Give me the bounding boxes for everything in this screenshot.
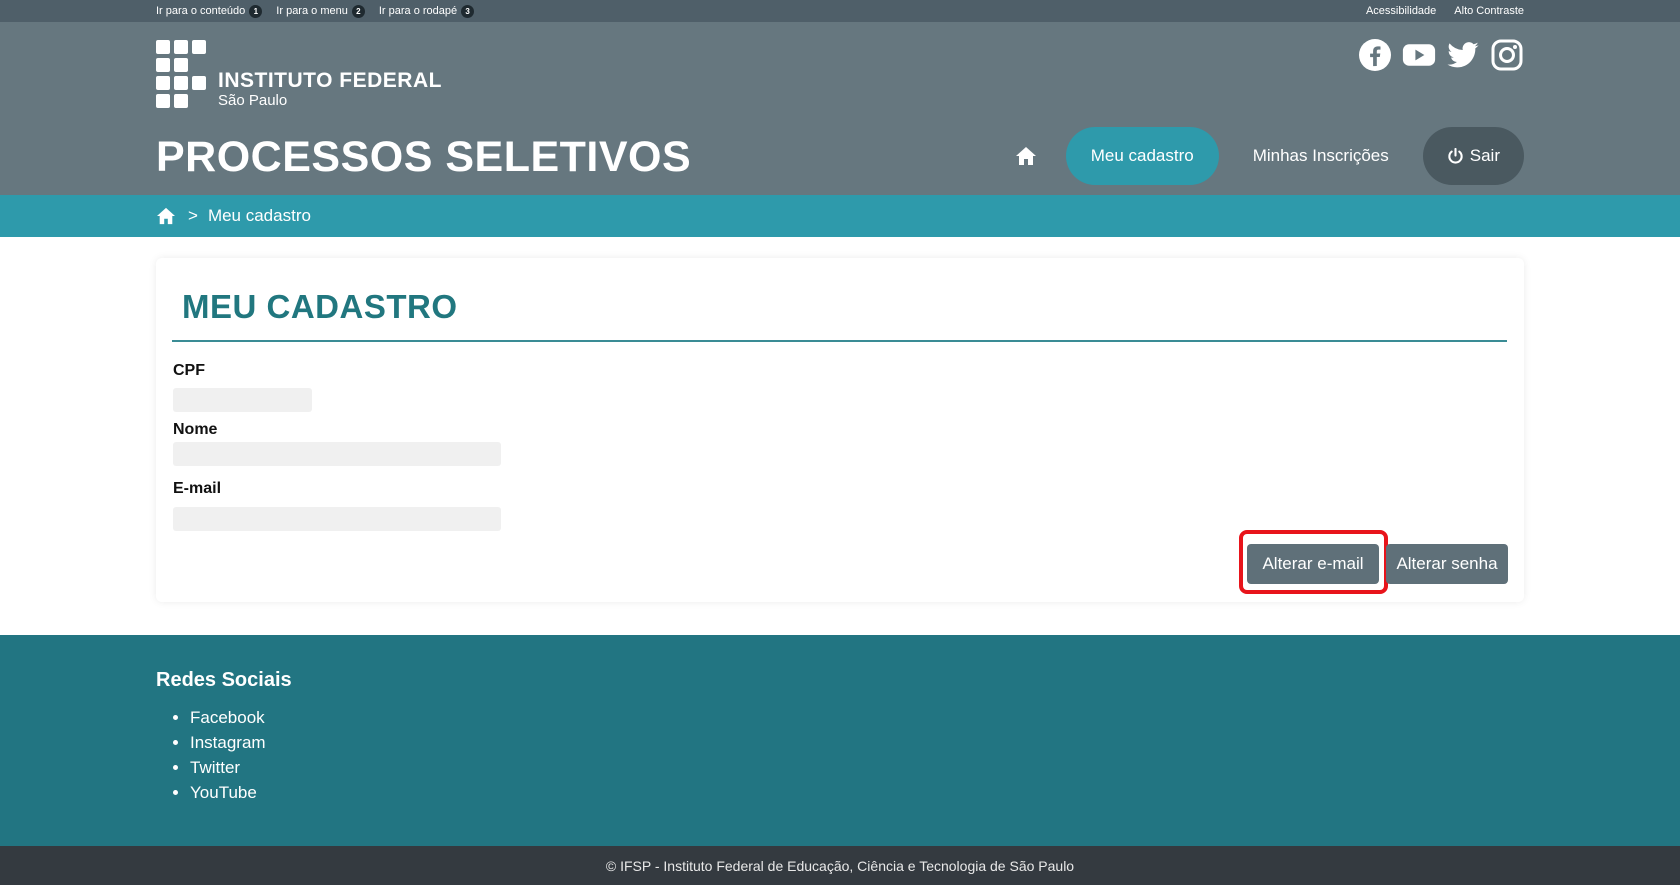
footer-link-youtube[interactable]: YouTube	[190, 780, 266, 805]
logo-grid-icon	[156, 40, 208, 110]
home-icon	[1015, 147, 1036, 165]
header-social-icons	[1358, 38, 1524, 72]
main-nav: Meu cadastro Minhas Inscrições Sair	[996, 127, 1524, 185]
logo-line-2: São Paulo	[218, 92, 288, 109]
footer-link-instagram[interactable]: Instagram	[190, 730, 266, 755]
registration-card: MEU CADASTRO CPF Nome E-mail Alterar e-m…	[156, 258, 1524, 602]
cpf-field[interactable]	[173, 388, 312, 412]
social-links-list: Facebook Instagram Twitter YouTube	[190, 705, 266, 805]
card-title: MEU CADASTRO	[182, 288, 458, 325]
logo-text: INSTITUTO FEDERAL São Paulo	[218, 70, 442, 110]
skip-link-label: Ir para o rodapé	[378, 5, 458, 17]
shortcut-badge: 3	[461, 4, 475, 18]
breadcrumb-home-link[interactable]	[156, 207, 176, 225]
cpf-label: CPF	[173, 362, 205, 379]
name-field[interactable]	[173, 442, 501, 466]
youtube-icon[interactable]	[1402, 38, 1436, 72]
breadcrumb: > Meu cadastro	[0, 195, 1680, 237]
copyright-bar: © IFSP - Instituto Federal de Educação, …	[0, 846, 1680, 885]
skip-link-label: Ir para o conteúdo	[156, 5, 246, 17]
accessibility-bar: Ir para o conteúdo 1 Ir para o menu 2 Ir…	[0, 0, 1680, 22]
logout-button[interactable]: Sair	[1422, 127, 1524, 185]
site-footer: Redes Sociais Facebook Instagram Twitter…	[0, 635, 1680, 846]
facebook-icon[interactable]	[1358, 38, 1392, 72]
skip-to-content-link[interactable]: Ir para o conteúdo 1	[156, 4, 263, 18]
copyright-text: © IFSP - Instituto Federal de Educação, …	[605, 857, 1075, 874]
nav-home-button[interactable]	[996, 127, 1056, 185]
shortcut-badge: 2	[351, 4, 365, 18]
nav-my-subscriptions[interactable]: Minhas Inscrições	[1219, 127, 1423, 185]
footer-link-twitter[interactable]: Twitter	[190, 755, 266, 780]
breadcrumb-separator: >	[188, 206, 198, 225]
skip-links: Ir para o conteúdo 1 Ir para o menu 2 Ir…	[156, 0, 475, 22]
twitter-icon[interactable]	[1446, 38, 1480, 72]
page-title: PROCESSOS SELETIVOS	[156, 133, 692, 181]
logo-line-1: INSTITUTO FEDERAL	[218, 69, 442, 92]
home-icon	[157, 207, 175, 225]
skip-to-menu-link[interactable]: Ir para o menu 2	[276, 4, 365, 18]
change-email-button[interactable]: Alterar e-mail	[1247, 544, 1379, 584]
shortcut-badge: 1	[249, 4, 263, 18]
breadcrumb-current: Meu cadastro	[207, 206, 311, 225]
power-icon	[1448, 147, 1463, 164]
accessibility-link[interactable]: Acessibilidade	[1366, 5, 1436, 17]
institution-logo[interactable]: INSTITUTO FEDERAL São Paulo	[156, 40, 442, 110]
footer-link-facebook[interactable]: Facebook	[190, 705, 266, 730]
email-label: E-mail	[173, 480, 222, 497]
title-divider	[172, 340, 1507, 342]
name-label: Nome	[173, 421, 218, 438]
change-password-button[interactable]: Alterar senha	[1386, 544, 1508, 584]
accessibility-links: Acessibilidade Alto Contraste	[1366, 0, 1524, 22]
skip-link-label: Ir para o menu	[276, 5, 348, 17]
instagram-icon[interactable]	[1490, 38, 1524, 72]
social-heading: Redes Sociais	[156, 669, 292, 691]
email-field[interactable]	[173, 507, 501, 531]
high-contrast-link[interactable]: Alto Contraste	[1454, 5, 1524, 17]
skip-to-footer-link[interactable]: Ir para o rodapé 3	[378, 4, 475, 18]
site-header: INSTITUTO FEDERAL São Paulo PROCESSOS SE…	[0, 22, 1680, 195]
nav-my-registration[interactable]: Meu cadastro	[1065, 127, 1219, 185]
logout-label: Sair	[1469, 146, 1500, 165]
